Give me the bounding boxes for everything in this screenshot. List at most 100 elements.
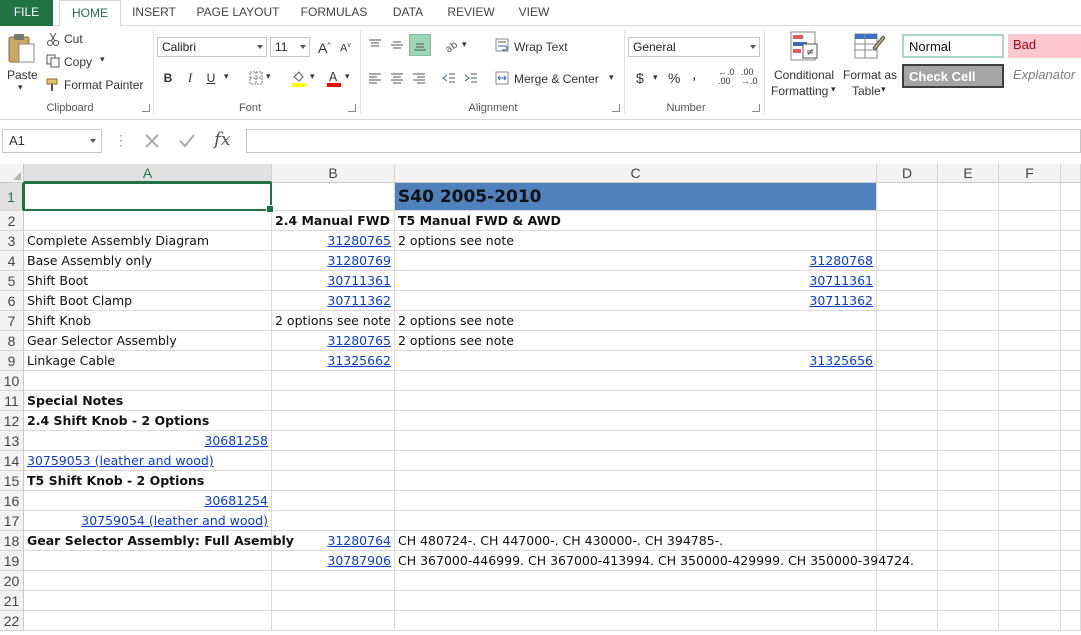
cell-g3[interactable] [1061, 231, 1081, 251]
cell-e11[interactable] [938, 391, 999, 411]
decrease-decimal-button[interactable]: .00 →.0 [741, 68, 761, 86]
name-box[interactable]: A1 [2, 129, 102, 153]
cell-a9[interactable]: Linkage Cable [24, 351, 272, 371]
cell-e2[interactable] [938, 211, 999, 231]
cell-e4[interactable] [938, 251, 999, 271]
cell-g22[interactable] [1061, 611, 1081, 631]
cell-d3[interactable] [877, 231, 938, 251]
cell-d11[interactable] [877, 391, 938, 411]
decrease-indent-icon[interactable] [442, 71, 456, 85]
font-size-select[interactable]: 11 [270, 37, 310, 57]
cell-c9[interactable]: 31325656 [395, 351, 877, 371]
font-color-icon[interactable]: A [326, 69, 342, 87]
cell-a6[interactable]: Shift Boot Clamp [24, 291, 272, 311]
cell-a8[interactable]: Gear Selector Assembly [24, 331, 272, 351]
cell-f22[interactable] [999, 611, 1061, 631]
cell-b2[interactable]: 2.4 Manual FWD [272, 211, 395, 231]
cell-g21[interactable] [1061, 591, 1081, 611]
cell-g13[interactable] [1061, 431, 1081, 451]
enter-check-icon[interactable] [178, 132, 196, 150]
align-middle-icon[interactable] [390, 38, 404, 52]
tab-insert[interactable]: INSERT [124, 0, 184, 26]
tab-formulas[interactable]: FORMULAS [294, 0, 374, 26]
tab-home[interactable]: HOME [59, 0, 121, 27]
cell-a21[interactable] [24, 591, 272, 611]
chevron-down-icon[interactable]: ▾ [100, 54, 105, 65]
cell-a3[interactable]: Complete Assembly Diagram [24, 231, 272, 251]
cell-a11[interactable]: Special Notes [24, 391, 272, 411]
cell-e10[interactable] [938, 371, 999, 391]
number-format-select[interactable]: General [628, 37, 760, 57]
conditional-formatting-button[interactable]: ≠ Conditional Formatting ▾ [768, 30, 840, 100]
cell-c13[interactable] [395, 431, 877, 451]
cell-b5[interactable]: 30711361 [272, 271, 395, 291]
percent-button[interactable]: % [668, 70, 680, 86]
cell-g7[interactable] [1061, 311, 1081, 331]
cell-b20[interactable] [272, 571, 395, 591]
cell-b22[interactable] [272, 611, 395, 631]
row-header-22[interactable]: 22 [0, 611, 24, 631]
cell-f7[interactable] [999, 311, 1061, 331]
cell-e5[interactable] [938, 271, 999, 291]
cell-a10[interactable] [24, 371, 272, 391]
column-header-b[interactable]: B [272, 164, 395, 183]
chevron-down-icon[interactable]: ▾ [462, 39, 467, 50]
cell-e7[interactable] [938, 311, 999, 331]
cell-a14[interactable]: 30759053 (leather and wood) [24, 451, 272, 471]
cell-f19[interactable] [999, 551, 1061, 571]
bold-button[interactable]: B [160, 68, 176, 88]
align-right-icon[interactable] [412, 71, 426, 85]
fill-color-icon[interactable] [291, 69, 307, 87]
cell-b10[interactable] [272, 371, 395, 391]
tab-page-layout[interactable]: PAGE LAYOUT [190, 0, 286, 26]
cell-e20[interactable] [938, 571, 999, 591]
cell-f4[interactable] [999, 251, 1061, 271]
cell-f6[interactable] [999, 291, 1061, 311]
tab-review[interactable]: REVIEW [440, 0, 502, 26]
row-header-7[interactable]: 7 [0, 311, 24, 331]
cell-b21[interactable] [272, 591, 395, 611]
cell-g8[interactable] [1061, 331, 1081, 351]
align-bottom-button[interactable] [409, 34, 431, 56]
cell-b19[interactable]: 30787906 [272, 551, 395, 571]
cell-g4[interactable] [1061, 251, 1081, 271]
cell-a22[interactable] [24, 611, 272, 631]
cell-d5[interactable] [877, 271, 938, 291]
format-painter-button[interactable]: Format Painter [64, 78, 143, 92]
align-left-icon[interactable] [368, 71, 382, 85]
cell-b3[interactable]: 31280765 [272, 231, 395, 251]
increase-decimal-button[interactable]: ←.0 .00 [718, 68, 738, 86]
cell-d8[interactable] [877, 331, 938, 351]
cell-c6[interactable]: 30711362 [395, 291, 877, 311]
cell-b7[interactable]: 2 options see note [272, 311, 395, 331]
cell-d15[interactable] [877, 471, 938, 491]
cell-a19[interactable] [24, 551, 272, 571]
paste-button[interactable]: Paste ▾ [4, 30, 38, 96]
cut-button[interactable]: Cut [64, 32, 83, 46]
cell-d4[interactable] [877, 251, 938, 271]
cell-b18[interactable]: 31280764 [272, 531, 395, 551]
cell-c2[interactable]: T5 Manual FWD & AWD [395, 211, 877, 231]
cell-b17[interactable] [272, 511, 395, 531]
row-header-2[interactable]: 2 [0, 211, 24, 231]
cell-f20[interactable] [999, 571, 1061, 591]
cell-f18[interactable] [999, 531, 1061, 551]
cell-g20[interactable] [1061, 571, 1081, 591]
cell-c21[interactable] [395, 591, 877, 611]
font-launcher-icon[interactable] [348, 104, 356, 112]
cell-a12[interactable]: 2.4 Shift Knob - 2 Options [24, 411, 272, 431]
cell-c18[interactable]: CH 480724-. CH 447000-. CH 430000-. CH 3… [395, 531, 877, 551]
style-bad[interactable]: Bad [1008, 34, 1081, 58]
merge-center-button[interactable]: Merge & Center [514, 72, 599, 86]
cell-e13[interactable] [938, 431, 999, 451]
cell-g18[interactable] [1061, 531, 1081, 551]
cell-d7[interactable] [877, 311, 938, 331]
cell-b8[interactable]: 31280765 [272, 331, 395, 351]
chevron-down-icon[interactable]: ▾ [653, 72, 658, 83]
align-top-icon[interactable] [368, 38, 382, 52]
cell-f12[interactable] [999, 411, 1061, 431]
cell-d16[interactable] [877, 491, 938, 511]
cell-f5[interactable] [999, 271, 1061, 291]
cell-g16[interactable] [1061, 491, 1081, 511]
cell-d12[interactable] [877, 411, 938, 431]
